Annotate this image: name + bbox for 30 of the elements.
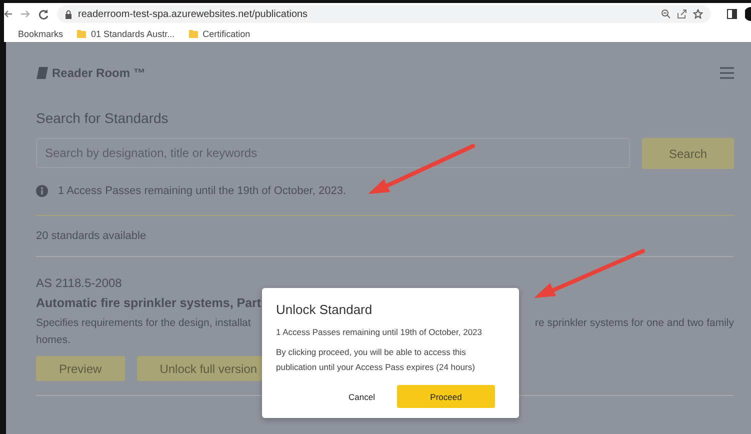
- star-icon: [693, 9, 703, 19]
- standard-description: homes.: [36, 334, 70, 346]
- dialog-passes-text: 1 Access Passes remaining until 19th of October, 2023: [276, 327, 484, 337]
- reload-icon: [38, 8, 49, 20]
- menu-icon: [720, 67, 734, 79]
- bookmark-item[interactable]: Certification: [188, 28, 250, 38]
- standard-designation: AS 2118.5-2008: [36, 276, 122, 290]
- standard-description: re sprinkler systems for one and two family: [535, 317, 734, 329]
- standard-description: Specifies requirements for the design, installat: [36, 317, 251, 329]
- app-logo-text: Reader Room ™: [52, 66, 146, 80]
- folder-icon: [77, 29, 86, 38]
- results-count: 20 standards available: [36, 230, 148, 242]
- dialog-title: Unlock Standard: [276, 302, 374, 317]
- zoom-icon: [661, 9, 671, 19]
- cancel-button[interactable]: Cancel: [340, 388, 383, 406]
- back-arrow-icon: [4, 9, 12, 19]
- lock-icon: [65, 10, 72, 18]
- forward-arrow-icon: [20, 9, 30, 19]
- proceed-button[interactable]: Proceed: [397, 385, 495, 408]
- info-icon: [36, 185, 48, 197]
- side-panel-icon: [727, 9, 737, 19]
- access-pass-info: 1 Access Passes remaining until the 19th of October, 2023.: [58, 185, 346, 197]
- bookmark-item[interactable]: Bookmarks: [18, 28, 64, 38]
- share-icon: [677, 9, 687, 19]
- bookmark-item[interactable]: 01 Standards Austr...: [77, 28, 175, 38]
- folder-icon: [188, 29, 198, 38]
- url-text: readerroom-test-spa.azurewebsites.net/publications: [78, 8, 308, 20]
- section-heading: Search for Standards: [36, 110, 170, 126]
- standard-title: Automatic fire sprinkler systems, Part: [36, 296, 262, 310]
- address-bar[interactable]: readerroom-test-spa.azurewebsites.net/publications: [57, 5, 711, 23]
